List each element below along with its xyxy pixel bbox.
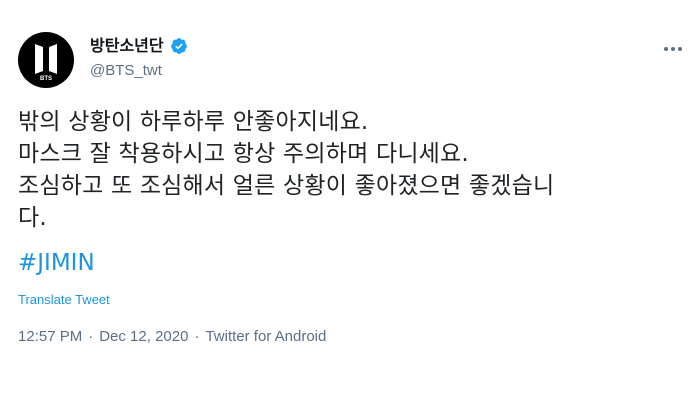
tweet-line: 조심하고 또 조심해서 얼른 상황이 좋아졌으면 좋겠습니 [18,173,555,199]
display-name[interactable]: 방탄소년단 [90,36,164,56]
more-dot [671,47,675,51]
bts-logo-icon: BTS [35,44,57,82]
more-dot [678,47,682,51]
separator: · [194,328,200,345]
verified-badge-icon [170,37,188,55]
tweet-date[interactable]: Dec 12, 2020 [99,328,188,345]
tweet-time[interactable]: 12:57 PM [18,328,82,345]
avatar-logo-text: BTS [40,76,52,82]
more-dot [664,47,668,51]
tweet-line: 밖의 상황이 하루하루 안좋아지네요. [18,109,369,135]
tweet-text: 밖의 상황이 하루하루 안좋아지네요. 마스크 잘 착용하시고 항상 주의하며 … [18,106,678,234]
more-icon[interactable] [662,44,684,54]
tweet-card: BTS 방탄소년단 @BTS_twt 밖의 상황이 하루하루 안좋아지네요. 마… [0,0,700,413]
tweet-line: 다. [18,205,47,231]
name-row: 방탄소년단 [90,36,188,56]
avatar[interactable]: BTS [18,32,74,88]
user-info: 방탄소년단 @BTS_twt [90,36,188,79]
separator: · [88,328,94,345]
user-handle[interactable]: @BTS_twt [90,62,188,79]
tweet-source[interactable]: Twitter for Android [205,328,326,345]
translate-tweet-link[interactable]: Translate Tweet [18,292,110,307]
tweet-metadata: 12:57 PM · Dec 12, 2020 · Twitter for An… [18,328,326,345]
hashtag-link[interactable]: #JIMIN [18,250,95,276]
tweet-line: 마스크 잘 착용하시고 항상 주의하며 다니세요. [18,141,469,167]
